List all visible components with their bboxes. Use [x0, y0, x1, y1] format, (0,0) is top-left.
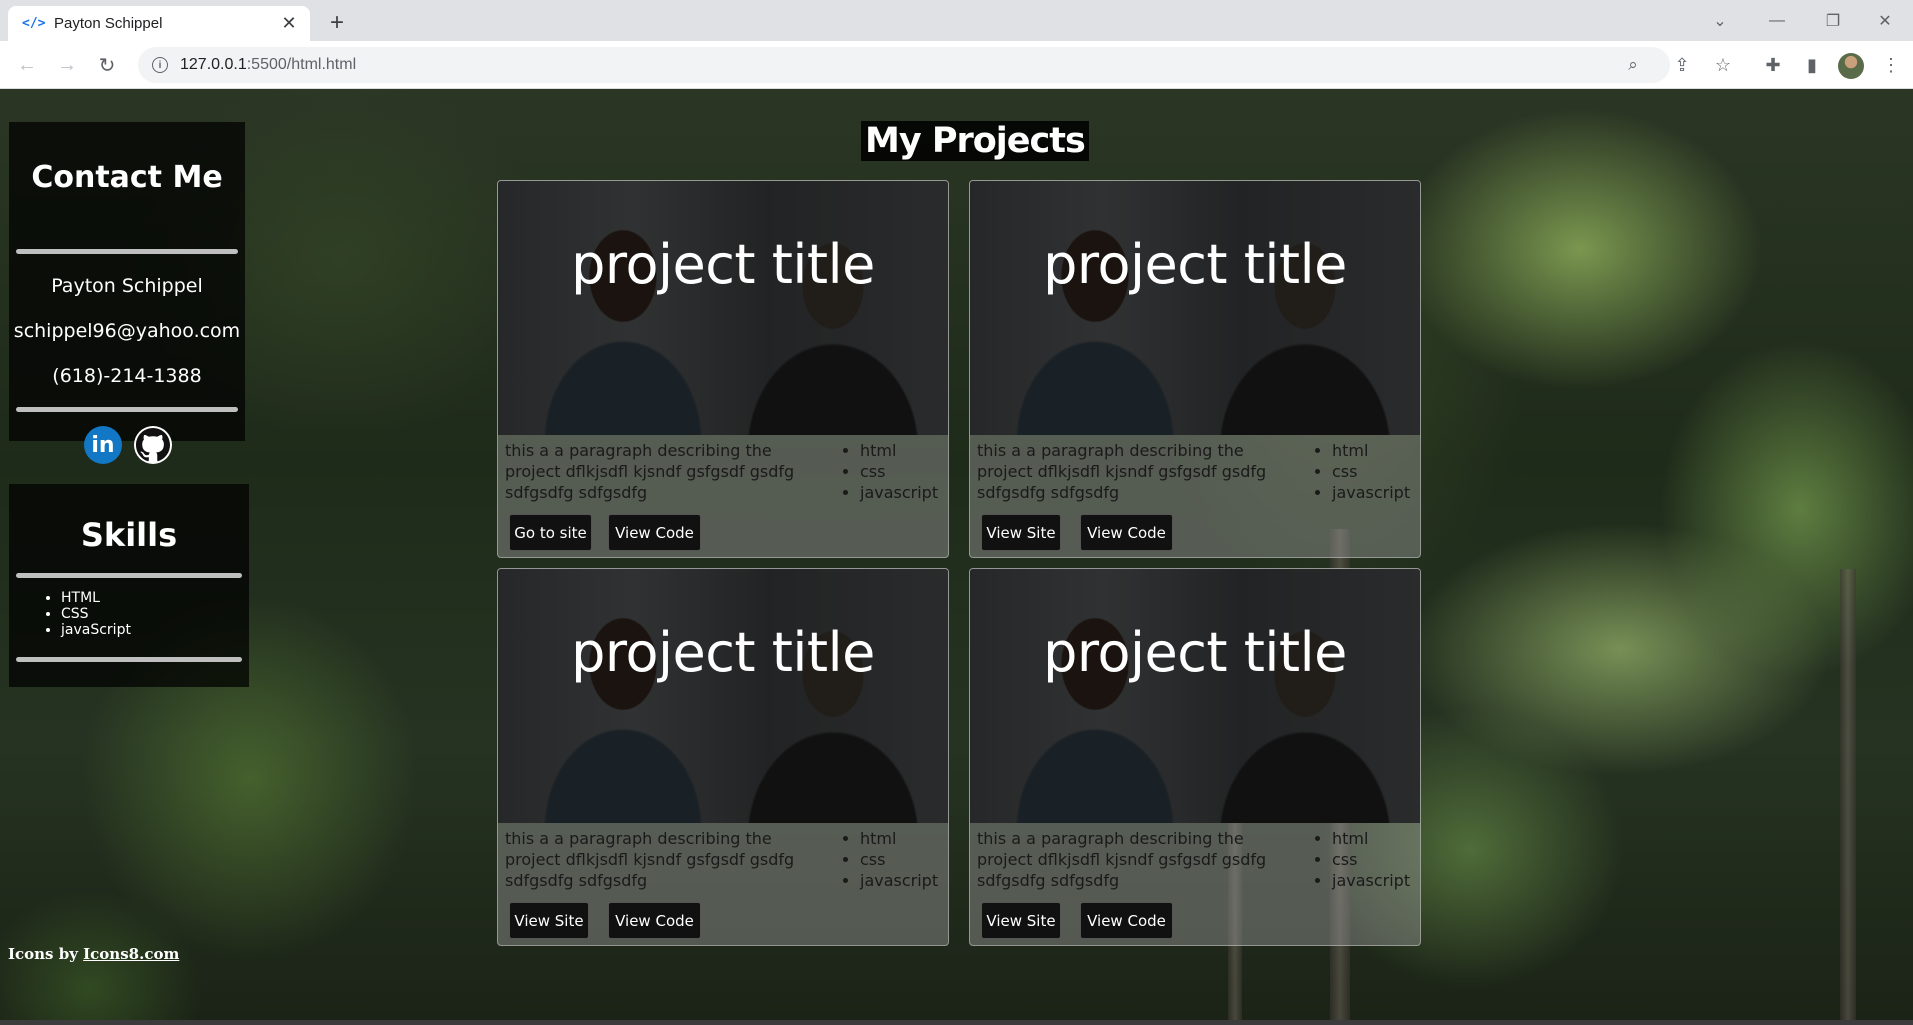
close-icon[interactable]: ✕ [278, 13, 300, 35]
icons8-link[interactable]: Icons8.com [83, 945, 179, 963]
back-icon[interactable]: ← [12, 50, 42, 80]
reload-icon[interactable]: ↻ [92, 50, 122, 80]
avatar[interactable] [1838, 53, 1864, 79]
browser-toolbar: ← → ↻ i 127.0.0.1:5500/html.html ⌕ ⇪ ⇪ ☆… [0, 41, 1913, 89]
view-code-button[interactable]: View Code [1080, 514, 1173, 551]
skills-heading: Skills [80, 516, 178, 554]
project-tech-list: html css javascript [1332, 440, 1410, 503]
skills-panel: Skills HTML CSS javaScript [9, 484, 249, 687]
view-code-button[interactable]: View Code [1080, 902, 1173, 939]
project-description: this a a paragraph describing the projec… [977, 441, 1267, 502]
window-close-icon[interactable]: ✕ [1857, 0, 1913, 41]
contact-email: schippel96@yahoo.com [13, 320, 241, 342]
plus-icon[interactable]: + [322, 8, 352, 38]
go-to-site-button[interactable]: Go to site [509, 514, 592, 551]
list-item: javascript [860, 482, 938, 503]
project-description: this a a paragraph describing the projec… [505, 829, 795, 890]
icons-credit: Icons by Icons8.com [8, 945, 179, 963]
list-item: CSS [61, 606, 131, 622]
list-item: html [860, 440, 938, 461]
project-title: project title [571, 233, 875, 296]
project-image [498, 181, 948, 435]
contact-heading: Contact Me [31, 160, 223, 195]
project-card: project title this a a paragraph describ… [969, 568, 1421, 946]
tab-title: Payton Schippel [54, 15, 163, 32]
linkedin-link[interactable]: in [84, 426, 122, 464]
page-title: My Projects [861, 121, 1089, 161]
list-item: css [860, 849, 938, 870]
menu-icon[interactable]: ⋮ [1876, 50, 1906, 80]
info-icon[interactable]: i [152, 57, 168, 73]
contact-name: Payton Schippel [51, 275, 203, 297]
project-description: this a a paragraph describing the projec… [977, 829, 1267, 890]
project-image [498, 569, 948, 823]
project-title: project title [571, 621, 875, 684]
github-icon [134, 426, 172, 464]
github-link[interactable] [134, 426, 172, 464]
list-item: html [860, 828, 938, 849]
project-card: project title this a a paragraph describ… [497, 568, 949, 946]
project-description: this a a paragraph describing the projec… [505, 441, 795, 502]
url-host: 127.0.0.1 [180, 56, 247, 73]
list-item: html [1332, 440, 1410, 461]
contact-panel: Contact Me Payton Schippel schippel96@ya… [9, 122, 245, 464]
project-card: project title this a a paragraph describ… [969, 180, 1421, 558]
extensions-icon[interactable]: ✚ [1758, 50, 1788, 80]
list-item: HTML [61, 590, 131, 606]
list-item: javaScript [61, 622, 131, 638]
list-item: javascript [1332, 482, 1410, 503]
linkedin-icon: in [84, 426, 122, 464]
project-image [970, 181, 1420, 435]
restore-icon[interactable]: ❐ [1805, 0, 1861, 41]
code-favicon-icon: </> [22, 16, 46, 31]
minimize-icon[interactable]: — [1749, 0, 1805, 41]
url-path: :5500/html.html [246, 56, 357, 73]
project-title: project title [1043, 233, 1347, 296]
tab-bar: </> Payton Schippel ✕ + ⌄ — ❐ ✕ [0, 0, 1913, 41]
list-item: css [1332, 849, 1410, 870]
skills-list: HTML CSS javaScript [61, 590, 131, 638]
sidepanel-icon[interactable]: ▮ [1797, 50, 1827, 80]
contact-phone: (618)-214-1388 [52, 365, 202, 387]
list-item: css [1332, 461, 1410, 482]
view-code-button[interactable]: View Code [608, 514, 701, 551]
divider [16, 249, 238, 254]
project-tech-list: html css javascript [860, 828, 938, 891]
browser-tab[interactable]: </> Payton Schippel ✕ [8, 6, 310, 41]
list-item: javascript [860, 870, 938, 891]
divider [16, 657, 242, 662]
view-code-button[interactable]: View Code [608, 902, 701, 939]
divider [16, 573, 242, 578]
page-viewport: Contact Me Payton Schippel schippel96@ya… [0, 89, 1913, 1020]
project-image [970, 569, 1420, 823]
list-item: javascript [1332, 870, 1410, 891]
project-card: project title this a a paragraph describ… [497, 180, 949, 558]
bottom-strip [0, 1020, 1913, 1025]
credit-prefix: Icons by [8, 945, 84, 963]
list-item: css [860, 461, 938, 482]
share-icon[interactable]: ⇪ [1667, 50, 1697, 80]
address-bar[interactable]: i 127.0.0.1:5500/html.html ⌕ ⇪ [138, 47, 1670, 83]
project-title: project title [1043, 621, 1347, 684]
view-site-button[interactable]: View Site [981, 902, 1061, 939]
view-site-button[interactable]: View Site [981, 514, 1061, 551]
project-tech-list: html css javascript [1332, 828, 1410, 891]
divider [16, 407, 238, 412]
chevron-down-icon[interactable]: ⌄ [1692, 0, 1748, 41]
zoom-icon[interactable]: ⌕ [1618, 47, 1648, 83]
forward-icon[interactable]: → [52, 50, 82, 80]
view-site-button[interactable]: View Site [509, 902, 589, 939]
list-item: html [1332, 828, 1410, 849]
star-icon[interactable]: ☆ [1708, 50, 1738, 80]
project-tech-list: html css javascript [860, 440, 938, 503]
